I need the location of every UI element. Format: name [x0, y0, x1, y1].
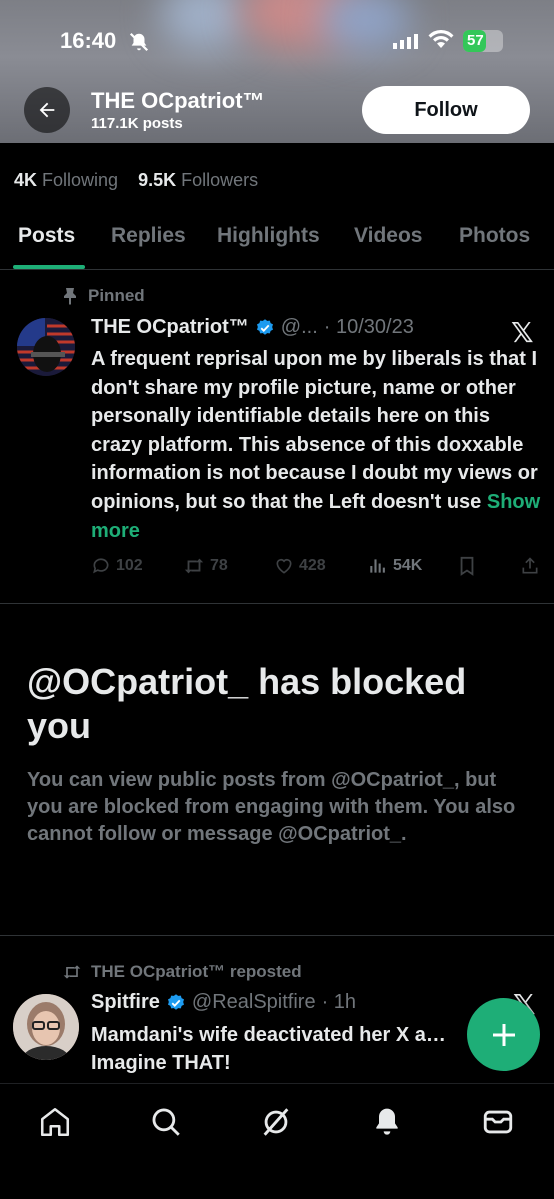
status-bar: 16:40 57	[0, 22, 554, 62]
follow-stats: 4K Following 9.5K Followers	[14, 170, 258, 191]
header-profile-name: THE OCpatriot™	[91, 88, 265, 113]
post-text: Mamdani's wife deactivated her X a… Imag…	[91, 1024, 446, 1074]
nav-messages[interactable]	[480, 1104, 516, 1140]
following-count: 4K	[14, 170, 38, 190]
following-link[interactable]: 4K Following	[14, 170, 118, 190]
compose-icon	[492, 1023, 515, 1046]
active-tab-indicator	[13, 265, 85, 269]
post-actions: 102 78 428 54K	[91, 556, 541, 580]
like-count: 428	[299, 557, 326, 574]
reply-button[interactable]: 102	[91, 556, 143, 576]
avatar[interactable]	[13, 994, 79, 1060]
heart-icon	[276, 558, 292, 574]
followers-link[interactable]: 9.5K Followers	[138, 170, 258, 190]
battery-percent: 57	[467, 32, 484, 49]
back-button[interactable]	[24, 87, 70, 133]
post-author-name[interactable]: Spitfire	[91, 991, 160, 1014]
blocked-description: You can view public posts from @OCpatrio…	[27, 769, 516, 845]
post-header: Spitfire @RealSpitfire · 1h	[91, 991, 356, 1014]
nav-home[interactable]	[37, 1104, 73, 1140]
divider	[0, 935, 554, 936]
follow-button[interactable]: Follow	[362, 86, 530, 134]
tab-videos[interactable]: Videos	[354, 224, 422, 248]
followers-count: 9.5K	[138, 170, 177, 190]
compose-button[interactable]	[467, 998, 540, 1071]
repost-icon	[63, 965, 81, 979]
tab-highlights[interactable]: Highlights	[217, 224, 320, 248]
post-author-name[interactable]: THE OCpatriot™	[91, 316, 249, 339]
profile-tabs: Posts Replies Highlights Videos Photos	[0, 214, 554, 270]
cellular-signal-icon	[393, 34, 418, 49]
followers-label: Followers	[181, 170, 259, 190]
repost-indicator: THE OCpatriot™ reposted	[62, 962, 302, 982]
home-icon	[40, 1107, 70, 1137]
nav-search[interactable]	[148, 1104, 184, 1140]
like-button[interactable]: 428	[274, 556, 326, 576]
post-author-handle[interactable]: @RealSpitfire	[192, 991, 316, 1014]
bookmark-button[interactable]	[458, 556, 476, 576]
repost-button[interactable]: 78	[183, 556, 228, 576]
views-icon	[370, 559, 385, 573]
post-text: A frequent reprisal upon me by liberals …	[91, 345, 543, 545]
notifications-icon	[376, 1108, 398, 1135]
post-date: · 10/30/23	[323, 316, 414, 338]
blocked-title: @OCpatriot_ has blocked you	[27, 661, 467, 746]
silent-mode-icon	[129, 32, 149, 52]
header-posts-count: 117.1K posts	[91, 115, 183, 132]
reply-count: 102	[116, 557, 143, 574]
nav-notifications[interactable]	[369, 1104, 405, 1140]
post-body-text: A frequent reprisal upon me by liberals …	[91, 348, 538, 513]
repost-label: THE OCpatriot™ reposted	[91, 962, 302, 981]
repost-count: 78	[210, 557, 228, 574]
grok-icon	[263, 1108, 289, 1136]
post-author-handle[interactable]: @...	[281, 316, 318, 339]
pinned-label: Pinned	[88, 286, 145, 305]
tab-posts[interactable]: Posts	[18, 224, 75, 248]
verified-badge-icon	[256, 318, 273, 335]
share-button[interactable]	[520, 556, 540, 576]
wifi-icon	[428, 30, 454, 48]
tab-replies[interactable]: Replies	[111, 224, 186, 248]
bottom-navigation	[0, 1083, 554, 1199]
pin-icon	[64, 288, 76, 305]
post-header: THE OCpatriot™ @... · 10/30/23	[91, 316, 414, 339]
bookmark-icon	[460, 556, 474, 576]
reply-icon	[93, 558, 109, 574]
verified-badge-icon	[167, 993, 184, 1010]
back-arrow-icon	[39, 102, 55, 118]
avatar-image	[13, 994, 79, 1060]
status-time: 16:40	[60, 28, 117, 53]
avatar[interactable]	[17, 318, 75, 376]
avatar-image	[17, 318, 75, 376]
following-label: Following	[42, 170, 119, 190]
post-time: · 1h	[321, 991, 357, 1013]
views-button[interactable]: 54K	[368, 556, 422, 576]
messages-icon	[483, 1110, 513, 1134]
battery-indicator: 57	[463, 30, 503, 52]
share-icon	[522, 557, 538, 574]
views-count: 54K	[393, 557, 423, 574]
divider	[0, 603, 554, 604]
search-icon	[152, 1108, 180, 1136]
repost-icon	[184, 558, 204, 574]
nav-grok[interactable]	[258, 1104, 294, 1140]
tab-photos[interactable]: Photos	[459, 224, 530, 248]
pinned-indicator: Pinned	[62, 286, 145, 306]
